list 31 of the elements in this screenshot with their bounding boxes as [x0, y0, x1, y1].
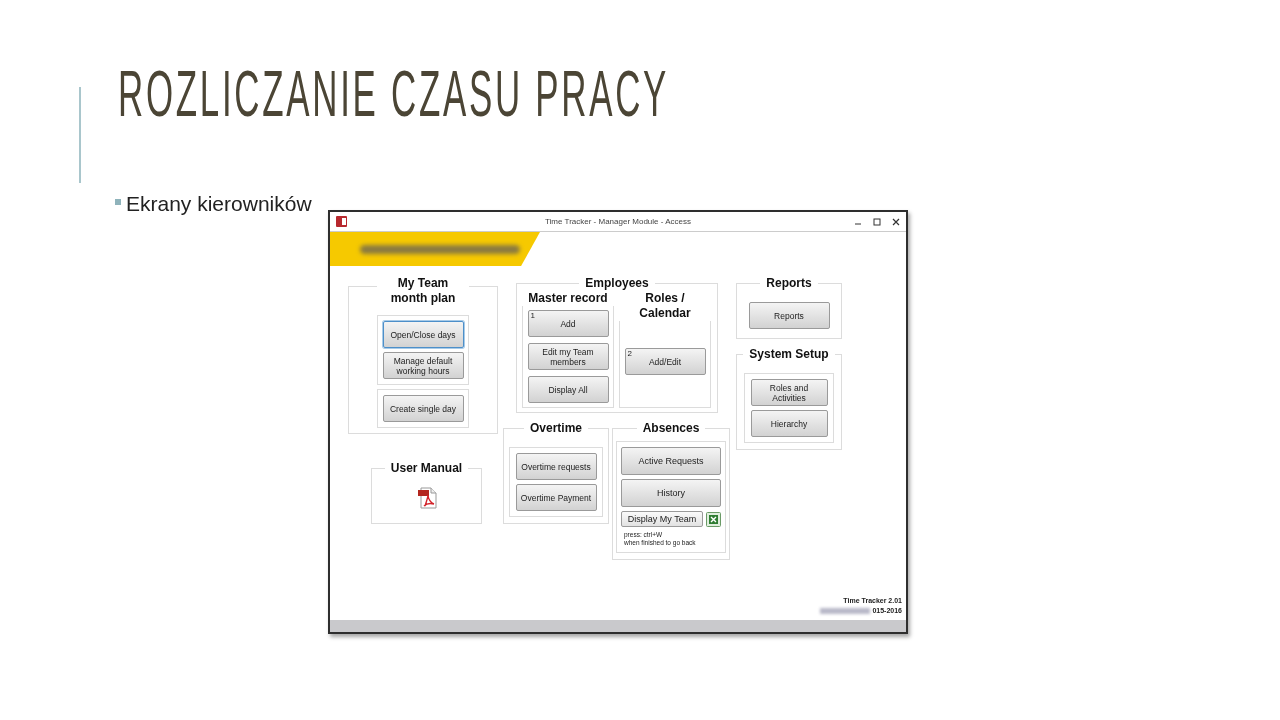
group-title: Employees: [579, 276, 655, 291]
form-button[interactable]: Display My Team: [621, 511, 703, 527]
bullet-text: Ekrany kierowników: [126, 192, 312, 216]
close-icon: [892, 217, 900, 226]
slide-title: ROZLICZANIE CZASU PRACY: [118, 66, 670, 122]
form-button[interactable]: Display All: [527, 376, 609, 403]
form-button[interactable]: Manage default working hours: [382, 352, 464, 379]
form-button[interactable]: Hierarchy: [750, 410, 828, 437]
group-title: Master record: [522, 291, 614, 306]
form-button[interactable]: History: [621, 479, 721, 507]
form-button[interactable]: Overtime Payment: [515, 484, 597, 511]
form-button[interactable]: Edit my Team members: [527, 343, 609, 370]
form-button[interactable]: Open/Close days: [382, 321, 464, 348]
group-title: System Setup: [743, 347, 835, 362]
form-button[interactable]: Reports: [748, 302, 830, 329]
pdf-icon: [416, 487, 437, 509]
form-button[interactable]: 1 Add: [527, 310, 609, 337]
group-title: My Team month plan: [377, 276, 469, 306]
blurred-text: [820, 608, 871, 614]
form-button[interactable]: Create single day: [382, 395, 464, 422]
group-title: Roles / Calendar: [619, 291, 711, 321]
app-icon: [336, 216, 347, 227]
form-button[interactable]: Overtime requests: [515, 453, 597, 480]
window-title: Time Tracker - Manager Module - Access: [544, 217, 692, 226]
form-button[interactable]: 2 Add/Edit: [624, 348, 706, 375]
spreadsheet-icon: [706, 511, 721, 527]
form-button[interactable]: Roles and Activities: [750, 379, 828, 406]
form-button[interactable]: Active Requests: [621, 447, 721, 475]
maximize-icon: [873, 217, 881, 226]
bullet-icon: [115, 199, 121, 205]
group-title: Reports: [760, 276, 818, 291]
